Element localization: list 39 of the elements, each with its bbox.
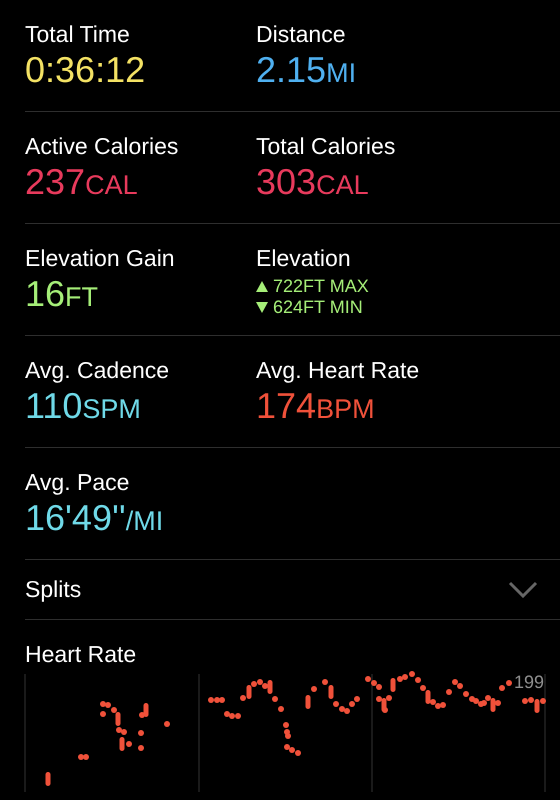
- metric-label: Total Calories: [256, 132, 396, 160]
- metric-label: Avg. Pace: [25, 468, 130, 496]
- down-triangle-icon: [256, 302, 268, 313]
- metric-label: Distance: [256, 20, 346, 48]
- heart-rate-point: [100, 711, 106, 717]
- metric-value: 0:36:12: [25, 48, 146, 92]
- axis-label: 199: [514, 672, 544, 693]
- metric-label: Active Calories: [25, 132, 178, 160]
- metric-label: Total Time: [25, 20, 130, 48]
- heart-rate-point: [390, 678, 396, 692]
- heart-rate-point: [306, 695, 310, 709]
- heart-rate-point: [164, 721, 170, 727]
- metric-label: Avg. Cadence: [25, 356, 170, 384]
- elevation-max: 722FT MAX: [273, 276, 369, 297]
- heart-rate-point: [46, 772, 50, 786]
- up-triangle-icon: [256, 281, 268, 292]
- chevron-icon: [508, 580, 538, 598]
- metric-value: 2.15MI: [256, 48, 356, 92]
- metric-value: 110SPM: [25, 384, 141, 428]
- metric-value: 16'49''/MI: [25, 496, 164, 540]
- metric-value: 16FT: [25, 272, 98, 316]
- heart-rate-point: [278, 706, 284, 712]
- heart-rate-point: [126, 741, 132, 747]
- metric-label: Elevation: [256, 244, 351, 272]
- heart-rate-point: [138, 745, 144, 751]
- metric-value: 174BPM: [256, 384, 375, 428]
- heart-rate-point: [446, 689, 452, 695]
- metric-value: 303CAL: [256, 160, 369, 204]
- heart-rate-point: [120, 737, 124, 751]
- elevation-min: 624FT MIN: [273, 297, 363, 318]
- splits-label: Splits: [25, 576, 82, 603]
- heart-rate-point: [138, 730, 144, 736]
- heart-rate-point: [311, 686, 317, 692]
- metric-label: Elevation Gain: [25, 244, 175, 272]
- splits-row[interactable]: Splits: [25, 560, 560, 620]
- metric-label: Avg. Heart Rate: [256, 356, 420, 384]
- heart-rate-point: [272, 696, 278, 702]
- metric-value: 237CAL: [25, 160, 138, 204]
- chart-title: Heart Rate: [25, 640, 136, 668]
